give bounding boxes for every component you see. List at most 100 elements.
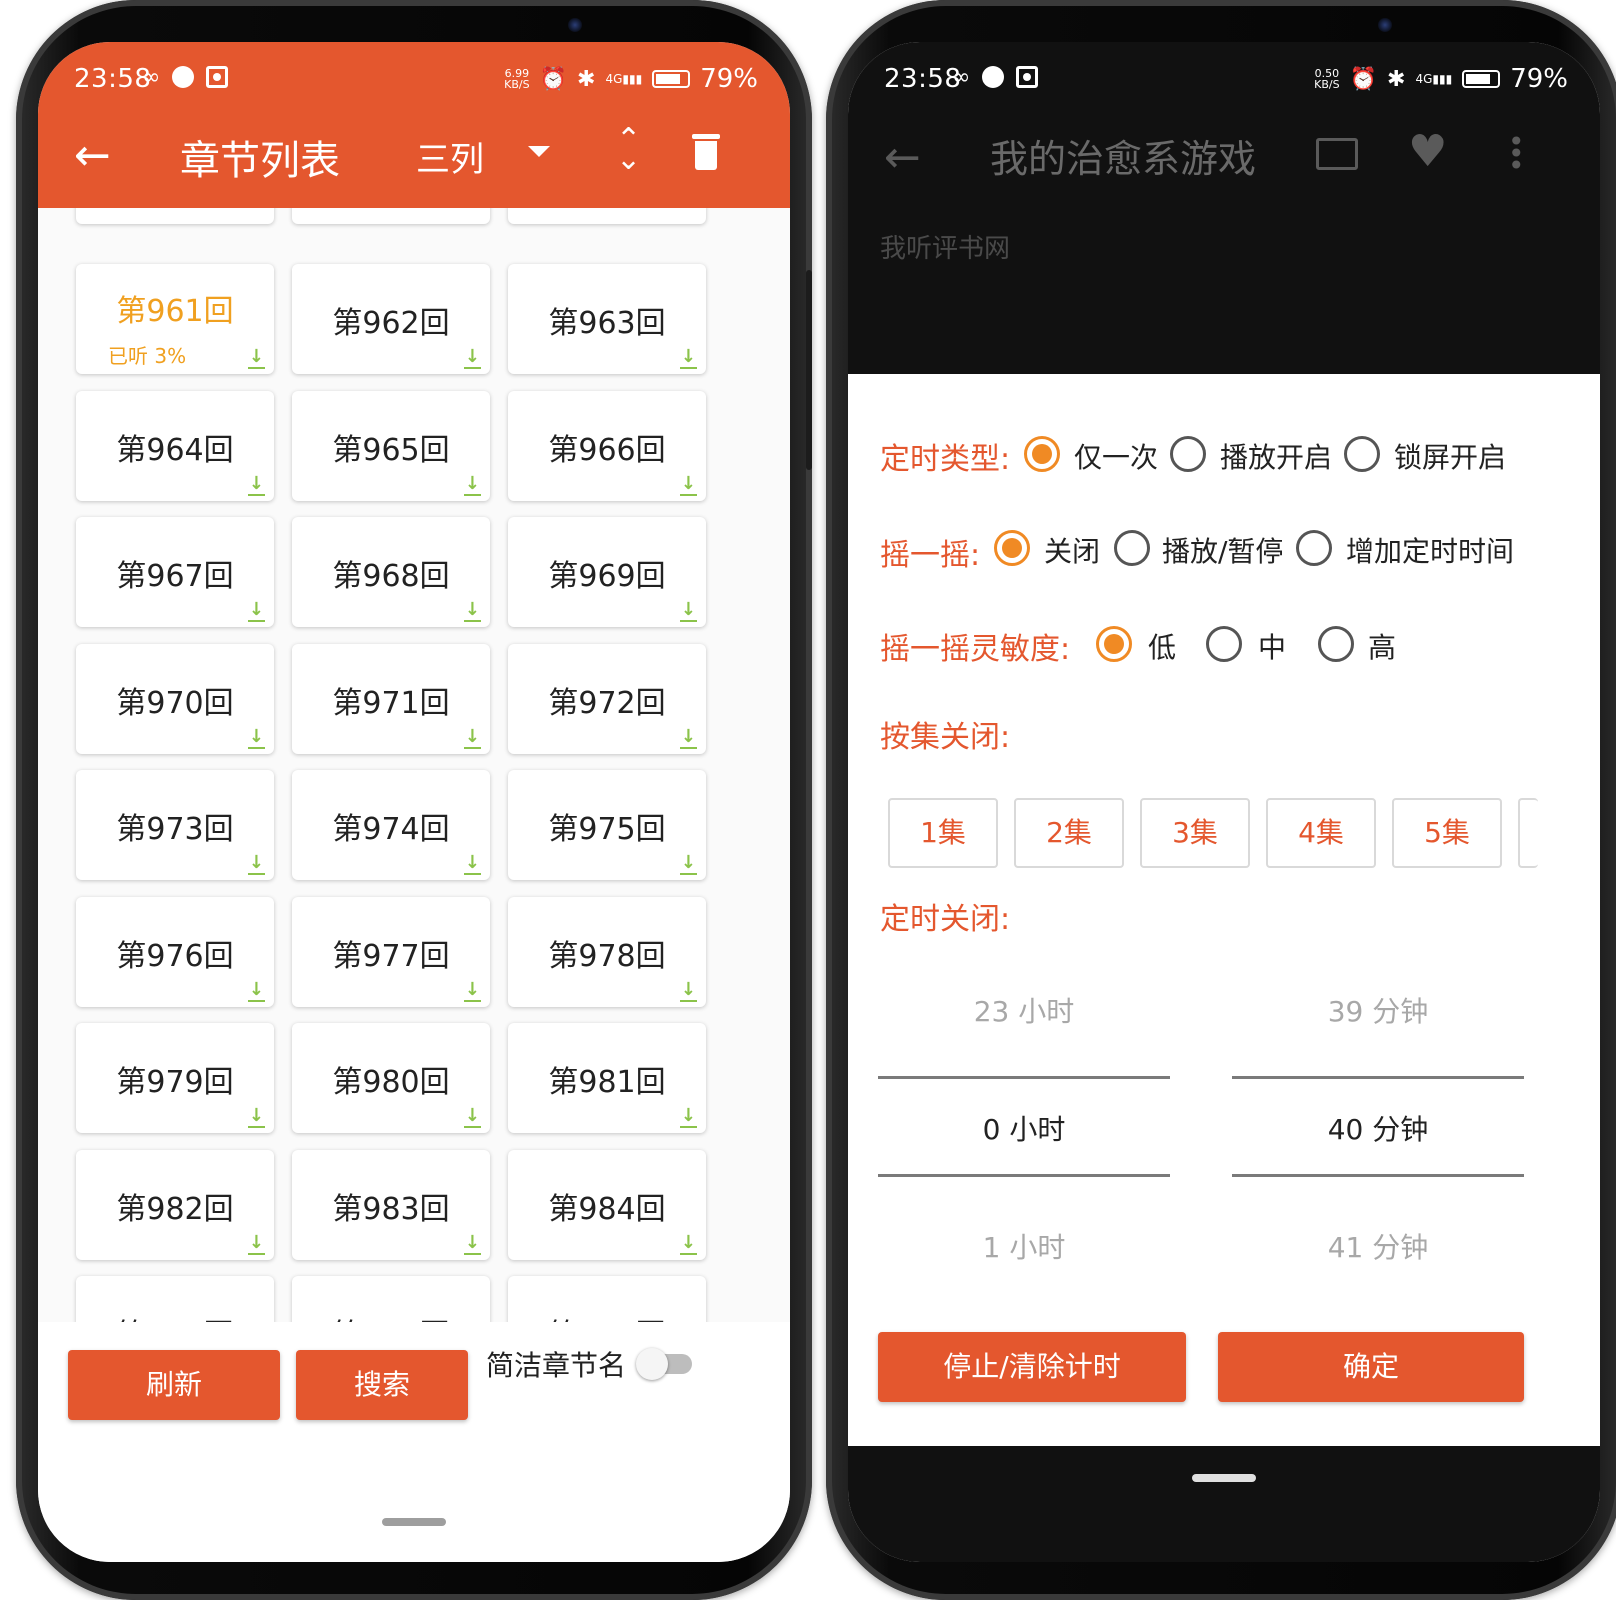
chapter-card[interactable]: 第970回 ↓ [76,643,274,754]
back-arrow-icon[interactable]: ← [884,132,921,183]
chapter-card[interactable]: 第975回 ↓ [508,770,706,880]
download-icon[interactable]: ↓ [247,854,266,875]
player-header: 23:58 ∞ 0.50 KB/S ⏰ ✱ 4G ▮▮▮ 79% ← 我的治愈系游戏 [848,42,1600,374]
hour-picker-next[interactable]: 1 小时 [878,1226,1170,1266]
radio-shake-addtime-label: 增加定时时间 [1346,535,1515,568]
download-icon[interactable]: ↓ [679,601,698,622]
download-icon[interactable]: ↓ [463,727,482,749]
download-icon[interactable]: ↓ [679,1233,698,1255]
episode-button-5[interactable]: 5集 [1392,798,1502,868]
radio-sens-mid[interactable] [1206,626,1242,662]
download-icon[interactable]: ↓ [463,854,482,875]
download-icon[interactable]: ↓ [247,474,266,496]
download-icon[interactable]: ↓ [679,727,698,749]
chapter-card[interactable]: 第976回 ↓ [76,896,274,1007]
download-icon[interactable]: ↓ [679,854,698,875]
home-indicator[interactable] [1192,1474,1256,1482]
download-icon[interactable]: ↓ [247,1233,266,1255]
chapter-card-partial[interactable] [76,208,274,224]
chapter-card[interactable]: 第984回 ↓ [508,1149,706,1260]
radio-lock-start[interactable] [1344,436,1380,472]
shake-label: 摇一摇: [880,538,981,573]
chapter-card-partial[interactable] [508,208,706,224]
minute-picker-next[interactable]: 41 分钟 [1232,1226,1524,1266]
chapter-card[interactable]: 第967回 ↓ [76,517,274,627]
episode-button-1[interactable]: 1集 [888,798,998,868]
download-icon[interactable]: ↓ [463,1233,482,1255]
refresh-button[interactable]: 刷新 [68,1350,280,1420]
chapter-card[interactable]: 第965回 ↓ [292,390,490,501]
radio-shake-off[interactable] [994,530,1030,566]
download-icon[interactable]: ↓ [463,474,482,496]
radio-play-start[interactable] [1170,436,1206,472]
chapter-card[interactable]: 第982回 ↓ [76,1149,274,1260]
chapter-label: 第975回 [548,812,666,847]
radio-sens-high[interactable] [1318,626,1354,662]
chapter-card[interactable]: 第985回↓ [76,1276,274,1322]
hour-picker-selected[interactable]: 0 小时 [878,1108,1170,1148]
download-icon[interactable]: ↓ [679,348,698,369]
episode-button-2[interactable]: 2集 [1014,798,1124,868]
chapter-card[interactable]: 第979回 ↓ [76,1023,274,1133]
download-icon[interactable]: ↓ [679,980,698,1002]
download-icon[interactable]: ↓ [247,980,266,1002]
chapter-card-partial[interactable] [292,208,490,224]
episode-button-more[interactable] [1518,798,1538,868]
book-title: 我的治愈系游戏 [990,137,1257,181]
download-icon[interactable]: ↓ [247,348,266,369]
more-vert-icon[interactable]: • • • [1508,128,1525,180]
chapter-card[interactable]: 第978回 ↓ [508,896,706,1007]
stop-timer-button[interactable]: 停止/清除计时 [878,1332,1186,1402]
chapter-card[interactable]: 第987回↓ [508,1276,706,1322]
chapter-card[interactable]: 第977回 ↓ [292,896,490,1007]
download-icon[interactable]: ↓ [463,601,482,622]
download-icon[interactable]: ↓ [247,601,266,622]
episode-button-4[interactable]: 4集 [1266,798,1376,868]
download-icon[interactable]: ↓ [679,1107,698,1128]
download-icon[interactable]: ↓ [679,474,698,496]
columns-selector[interactable]: 三列 [416,132,484,181]
download-icon[interactable]: ↓ [463,348,482,369]
chapter-card[interactable]: 第980回 ↓ [292,1023,490,1133]
chapter-label: 第970回 [116,685,234,721]
chapter-card[interactable]: 第964回 ↓ [76,390,274,501]
heart-icon[interactable]: ♥ [1408,126,1447,177]
chapter-card[interactable]: 第973回 ↓ [76,770,274,880]
chapter-card[interactable]: 第962回 ↓ [292,264,490,374]
hour-picker-prev[interactable]: 23 小时 [878,990,1170,1030]
trash-icon[interactable] [692,134,720,170]
chapter-card[interactable]: 第974回 ↓ [292,770,490,880]
download-icon[interactable]: ↓ [247,727,266,749]
download-icon[interactable]: ↓ [247,1107,266,1128]
chapter-card[interactable]: 第968回 ↓ [292,517,490,627]
sensitivity-label: 摇一摇灵敏度: [880,632,1071,667]
sort-icon[interactable]: ⌃ ⌄ [616,125,641,175]
chapter-label: 第973回 [116,812,234,847]
back-arrow-icon[interactable]: ← [74,130,111,181]
chapter-card[interactable]: 第961回 已听 3% ↓ [76,264,274,374]
download-icon[interactable]: ↓ [463,1107,482,1128]
dropdown-arrow-icon[interactable] [528,146,550,157]
chapter-card[interactable]: 第969回 ↓ [508,517,706,627]
minute-picker-prev[interactable]: 39 分钟 [1232,990,1524,1030]
episode-button-3[interactable]: 3集 [1140,798,1250,868]
minute-picker-selected[interactable]: 40 分钟 [1232,1108,1524,1148]
chapter-card[interactable]: 第972回 ↓ [508,643,706,754]
chapter-card[interactable]: 第971回 ↓ [292,643,490,754]
cast-icon[interactable] [1316,138,1358,170]
radio-sens-low[interactable] [1096,626,1132,662]
signal-icon: 4G ▮▮▮ [1415,72,1453,86]
chapter-card[interactable]: 第963回 ↓ [508,264,706,374]
chapter-card[interactable]: 第966回 ↓ [508,390,706,501]
radio-once[interactable] [1024,436,1060,472]
chapter-card[interactable]: 第983回 ↓ [292,1149,490,1260]
radio-shake-addtime[interactable] [1296,530,1332,566]
search-button[interactable]: 搜索 [296,1350,468,1420]
chapter-card[interactable]: 第981回 ↓ [508,1023,706,1133]
radio-shake-playpause[interactable] [1114,530,1150,566]
chapter-card[interactable]: 第986回↓ [292,1276,490,1322]
download-icon[interactable]: ↓ [463,980,482,1002]
home-indicator[interactable] [382,1518,446,1526]
concise-name-toggle[interactable] [636,1348,692,1380]
confirm-button[interactable]: 确定 [1218,1332,1524,1402]
